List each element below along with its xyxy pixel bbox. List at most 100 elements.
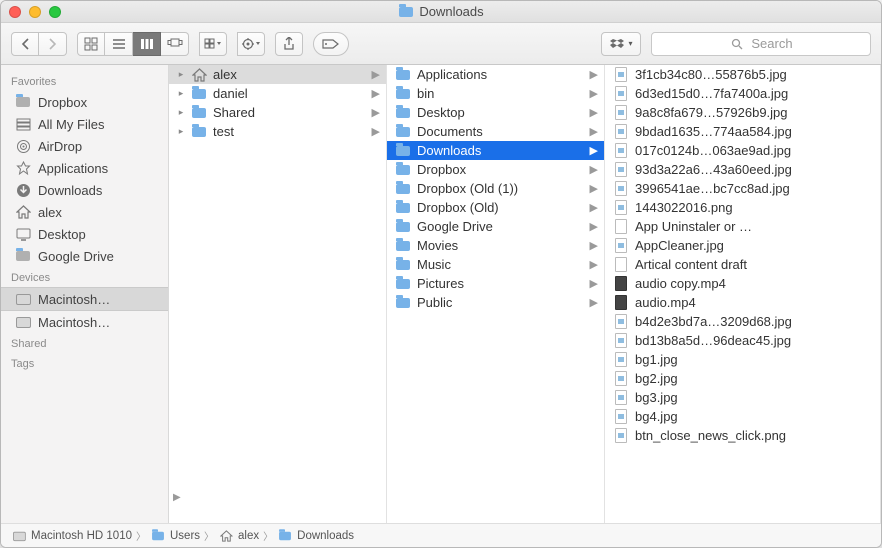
sidebar-item[interactable]: Macintosh… [1,311,168,333]
browser-row[interactable]: bd13b8a5d…96deac45.jpg [605,331,880,350]
toolbar: ▾ Search [1,23,881,65]
browser-row[interactable]: bg4.jpg [605,407,880,426]
titlebar: Downloads [1,1,881,23]
close-button[interactable] [9,6,21,18]
chevron-right-icon: ▶ [372,125,380,138]
column-3[interactable]: 3f1cb34c80…55876b5.jpg6d3ed15d0…7fa7400a… [605,65,881,523]
column-2[interactable]: Applications▶bin▶Desktop▶Documents▶Downl… [387,65,605,523]
row-label: test [213,124,234,139]
folder-icon [191,86,207,102]
browser-row[interactable]: 6d3ed15d0…7fa7400a.jpg [605,84,880,103]
sidebar-item[interactable]: Desktop [1,223,168,245]
path-segment[interactable]: Macintosh HD 1010 [11,528,132,544]
row-label: bg3.jpg [635,390,678,405]
back-button[interactable] [11,32,39,56]
browser-row[interactable]: 93d3a22a6…43a60eed.jpg [605,160,880,179]
browser-row[interactable]: b4d2e3bd7a…3209d68.jpg [605,312,880,331]
column-1[interactable]: ▶▸alex▶▸daniel▶▸Shared▶▸test▶ [169,65,387,523]
browser-row[interactable]: Dropbox▶ [387,160,604,179]
row-label: 93d3a22a6…43a60eed.jpg [635,162,792,177]
forward-button[interactable] [39,32,67,56]
sidebar-item[interactable]: AirDrop [1,135,168,157]
browser-row[interactable]: ▸Shared▶ [169,103,386,122]
path-segment[interactable]: alex [218,528,259,544]
chevron-right-icon: ▶ [590,163,598,176]
browser-row[interactable]: 9a8c8fa679…57926b9.jpg [605,103,880,122]
sidebar-item-label: Dropbox [38,95,87,110]
browser-row[interactable]: Public▶ [387,293,604,312]
share-button[interactable] [275,32,303,56]
row-label: btn_close_news_click.png [635,428,786,443]
coverflow-view-button[interactable] [161,32,189,56]
sidebar-item[interactable]: Google Drive [1,245,168,267]
path-label: Users [170,530,200,542]
img-icon [613,238,629,254]
browser-row[interactable]: bg2.jpg [605,369,880,388]
browser-row[interactable]: Artical content draft [605,255,880,274]
browser-row[interactable]: 3f1cb34c80…55876b5.jpg [605,65,880,84]
browser-row[interactable]: ▸test▶ [169,122,386,141]
sidebar-item[interactable]: Dropbox [1,91,168,113]
browser-row[interactable]: 017c0124b…063ae9ad.jpg [605,141,880,160]
path-segment[interactable]: Downloads [277,528,354,544]
sidebar-item[interactable]: Macintosh… [1,287,168,311]
expand-handle-icon[interactable]: ▶ [173,492,181,503]
browser-row[interactable]: Downloads▶ [387,141,604,160]
chevron-right-icon: ▶ [372,87,380,100]
arrange-button[interactable] [199,32,227,56]
browser-row[interactable]: btn_close_news_click.png [605,426,880,445]
browser-row[interactable]: Music▶ [387,255,604,274]
browser-row[interactable]: Dropbox (Old)▶ [387,198,604,217]
sidebar-item[interactable]: Applications [1,157,168,179]
browser-row[interactable]: audio copy.mp4 [605,274,880,293]
dropbox-button[interactable]: ▾ [601,32,641,56]
browser-row[interactable]: 3996541ae…bc7cc8ad.jpg [605,179,880,198]
sidebar-item[interactable]: Downloads [1,179,168,201]
sidebar-item[interactable]: All My Files [1,113,168,135]
browser-row[interactable]: 1443022016.png [605,198,880,217]
path-separator-icon: 〉 [136,528,146,543]
browser-row[interactable]: Google Drive▶ [387,217,604,236]
folder-icon [395,162,411,178]
list-view-button[interactable] [105,32,133,56]
row-label: audio.mp4 [635,295,696,310]
stack-icon [15,116,31,132]
chevron-right-icon: ▶ [590,277,598,290]
browser-row[interactable]: Applications▶ [387,65,604,84]
img-icon [613,428,629,444]
folder-icon [151,529,165,543]
browser-row[interactable]: Documents▶ [387,122,604,141]
tags-button[interactable] [313,32,349,56]
browser-row[interactable]: audio.mp4 [605,293,880,312]
browser-row[interactable]: Pictures▶ [387,274,604,293]
browser-row[interactable]: AppCleaner.jpg [605,236,880,255]
browser-row[interactable]: 9bdad1635…774aa584.jpg [605,122,880,141]
zoom-button[interactable] [49,6,61,18]
column-view-button[interactable] [133,32,161,56]
row-label: 9bdad1635…774aa584.jpg [635,124,792,139]
mov-icon [613,276,629,292]
browser-row[interactable]: bg3.jpg [605,388,880,407]
path-segment[interactable]: Users [150,528,200,544]
row-label: 9a8c8fa679…57926b9.jpg [635,105,788,120]
browser-row[interactable]: bin▶ [387,84,604,103]
browser-row[interactable]: bg1.jpg [605,350,880,369]
chevron-right-icon: ▶ [372,106,380,119]
doc-icon [613,257,629,273]
minimize-button[interactable] [29,6,41,18]
browser-row[interactable]: App Uninstaler or … [605,217,880,236]
browser-row[interactable]: Desktop▶ [387,103,604,122]
sidebar-item[interactable]: alex [1,201,168,223]
browser-row[interactable]: Dropbox (Old (1))▶ [387,179,604,198]
sidebar-item-label: Desktop [38,227,86,242]
sidebar-item-label: All My Files [38,117,104,132]
icon-view-button[interactable] [77,32,105,56]
path-bar: Macintosh HD 1010〉Users〉alex〉Downloads [1,523,881,547]
folder-icon [395,105,411,121]
row-label: Dropbox (Old (1)) [417,181,518,196]
action-button[interactable] [237,32,265,56]
browser-row[interactable]: ▸alex▶ [169,65,386,84]
browser-row[interactable]: Movies▶ [387,236,604,255]
browser-row[interactable]: ▸daniel▶ [169,84,386,103]
search-field[interactable]: Search [651,32,871,56]
